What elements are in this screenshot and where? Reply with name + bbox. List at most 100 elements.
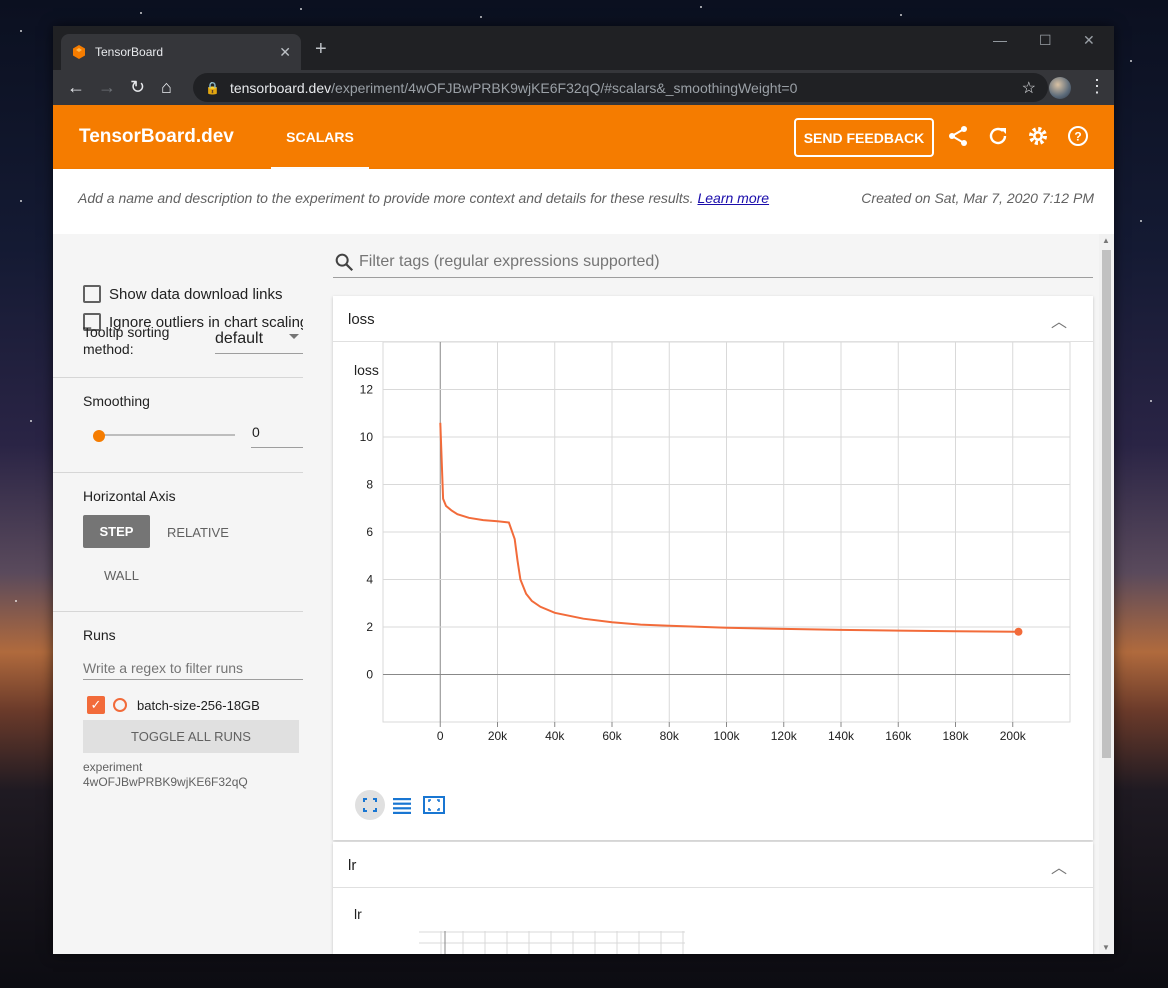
tooltip-sorting-value: default <box>215 330 264 347</box>
axis-relative-button[interactable]: RELATIVE <box>167 525 229 540</box>
tensorboard-header: TensorBoard.dev SCALARS SEND FEEDBACK ? <box>53 105 1114 169</box>
experiment-label: experiment <box>83 760 143 774</box>
share-icon[interactable] <box>946 124 970 148</box>
lr-chart-title: lr <box>354 906 362 922</box>
page-scrollbar[interactable]: ▲ ▼ <box>1099 234 1114 954</box>
tab-title: TensorBoard <box>95 45 164 59</box>
show-download-checkbox[interactable] <box>83 285 101 303</box>
show-download-links-option[interactable]: Show data download links <box>83 285 303 303</box>
x-tick-label: 160k <box>885 729 912 743</box>
browser-toolbar: ← → ↻ ⌂ 🔒 tensorboard.dev /experiment/4w… <box>53 70 1114 105</box>
send-feedback-button[interactable]: SEND FEEDBACK <box>794 118 934 157</box>
y-tick-label: 4 <box>366 573 373 587</box>
run-item[interactable]: ✓ batch-size-256-18GB <box>87 696 260 714</box>
runs-filter-input[interactable]: Write a regex to filter runs <box>83 652 303 680</box>
sidebar: Show data download links Ignore outliers… <box>53 234 303 954</box>
scroll-down-icon[interactable]: ▼ <box>1102 943 1110 952</box>
tab-strip: TensorBoard ✕ + — ☐ ✕ <box>53 26 1114 70</box>
bookmark-star-icon[interactable]: ☆ <box>1022 78 1036 98</box>
brand-title: TensorBoard.dev <box>79 126 234 147</box>
data-list-icon[interactable] <box>387 790 417 820</box>
y-tick-label: 12 <box>360 383 374 397</box>
x-tick-label: 140k <box>828 729 855 743</box>
tag-filter-placeholder: Filter tags (regular expressions support… <box>359 252 660 270</box>
collapse-chevron-icon[interactable]: ︿ <box>1051 854 1067 878</box>
browser-tab[interactable]: TensorBoard ✕ <box>61 34 301 70</box>
profile-avatar[interactable] <box>1049 77 1071 99</box>
search-icon <box>335 253 354 271</box>
tag-filter-input[interactable]: Filter tags (regular expressions support… <box>333 246 1093 278</box>
url-path: /experiment/4wOFJBwPRBK9wjKE6F32qQ/#scal… <box>331 79 798 96</box>
y-tick-label: 0 <box>366 668 373 682</box>
y-tick-label: 2 <box>366 620 373 634</box>
smoothing-slider-knob[interactable] <box>93 430 105 442</box>
tooltip-sorting-label: Tooltip sorting method: <box>83 324 170 357</box>
home-icon[interactable]: ⌂ <box>161 76 172 98</box>
lr-card-title: lr <box>348 857 357 874</box>
loss-last-point <box>1014 627 1023 636</box>
sidebar-divider <box>53 472 303 473</box>
expand-chart-icon[interactable] <box>419 790 449 820</box>
loss-card-title: loss <box>348 311 375 328</box>
experiment-id-block: experiment 4wOFJBwPRBK9wjKE6F32qQ <box>83 760 248 790</box>
x-tick-label: 100k <box>713 729 740 743</box>
tab-close-icon[interactable]: ✕ <box>279 44 291 61</box>
loss-card-header[interactable]: loss ︿ <box>333 296 1093 342</box>
lr-chart-grid <box>419 931 685 954</box>
created-timestamp: Created on Sat, Mar 7, 2020 7:12 PM <box>861 190 1094 206</box>
experiment-id: 4wOFJBwPRBK9wjKE6F32qQ <box>83 775 248 789</box>
show-download-label: Show data download links <box>109 285 283 303</box>
smoothing-title: Smoothing <box>83 393 150 409</box>
help-icon[interactable]: ? <box>1066 124 1090 148</box>
learn-more-link[interactable]: Learn more <box>697 190 769 206</box>
sidebar-divider <box>53 377 303 378</box>
browser-window: TensorBoard ✕ + — ☐ ✕ ← → ↻ ⌂ 🔒 tensorbo… <box>53 26 1114 954</box>
lock-icon: 🔒 <box>205 80 220 95</box>
x-tick-label: 20k <box>488 729 508 743</box>
scrollbar-thumb[interactable] <box>1102 250 1111 758</box>
settings-gear-icon[interactable] <box>1026 124 1050 148</box>
tooltip-sorting-select[interactable]: default <box>215 330 303 354</box>
runs-title: Runs <box>83 627 116 643</box>
x-tick-label: 200k <box>1000 729 1027 743</box>
smoothing-slider-track[interactable] <box>99 434 235 436</box>
close-window-icon[interactable]: ✕ <box>1083 32 1095 49</box>
horizontal-axis-title: Horizontal Axis <box>83 488 176 504</box>
sidebar-divider <box>53 611 303 612</box>
fit-domain-icon[interactable] <box>355 790 385 820</box>
run-checkbox-checked[interactable]: ✓ <box>87 696 105 714</box>
tab-scalars[interactable]: SCALARS <box>271 105 369 169</box>
loss-card: loss ︿ loss 0 20k 40k 60k 80k 100k 120k 140k 160… <box>333 296 1093 840</box>
forward-icon[interactable]: → <box>98 76 116 98</box>
run-color-dot[interactable] <box>113 698 127 712</box>
back-icon[interactable]: ← <box>67 76 85 98</box>
description-prompt: Add a name and description to the experi… <box>78 190 694 206</box>
dropdown-arrow-icon <box>289 334 299 339</box>
toggle-all-runs-button[interactable]: TOGGLE ALL RUNS <box>83 720 299 753</box>
smoothing-value-input[interactable]: 0 <box>251 424 303 448</box>
x-tick-label: 80k <box>660 729 680 743</box>
x-tick-label: 60k <box>602 729 622 743</box>
main-panel: Filter tags (regular expressions support… <box>303 234 1114 954</box>
loss-chart[interactable]: 0 20k 40k 60k 80k 100k 120k 140k 160k 180k 200k 0 2 4… <box>333 342 1093 792</box>
minimize-icon[interactable]: — <box>993 32 1007 48</box>
browser-menu-icon[interactable]: ⋮ <box>1088 76 1106 97</box>
maximize-icon[interactable]: ☐ <box>1039 32 1052 49</box>
refresh-icon[interactable] <box>986 124 1010 148</box>
lr-card-header[interactable]: lr ︿ <box>333 842 1093 888</box>
axis-step-button[interactable]: STEP <box>83 515 150 548</box>
reload-icon[interactable]: ↻ <box>130 76 145 98</box>
loss-series-line <box>439 422 1019 633</box>
tensorboard-logo-icon <box>73 45 85 59</box>
new-tab-icon[interactable]: + <box>315 38 327 61</box>
collapse-chevron-icon[interactable]: ︿ <box>1051 308 1067 332</box>
run-name: batch-size-256-18GB <box>137 697 260 713</box>
y-tick-label: 10 <box>360 430 374 444</box>
y-tick-label: 6 <box>366 525 373 539</box>
x-tick-label: 40k <box>545 729 565 743</box>
y-tick-label: 8 <box>366 478 373 492</box>
scroll-up-icon[interactable]: ▲ <box>1102 236 1110 245</box>
tab-scalars-label: SCALARS <box>286 129 354 145</box>
axis-wall-button[interactable]: WALL <box>104 568 139 583</box>
address-bar[interactable]: 🔒 tensorboard.dev /experiment/4wOFJBwPRB… <box>193 73 1048 102</box>
